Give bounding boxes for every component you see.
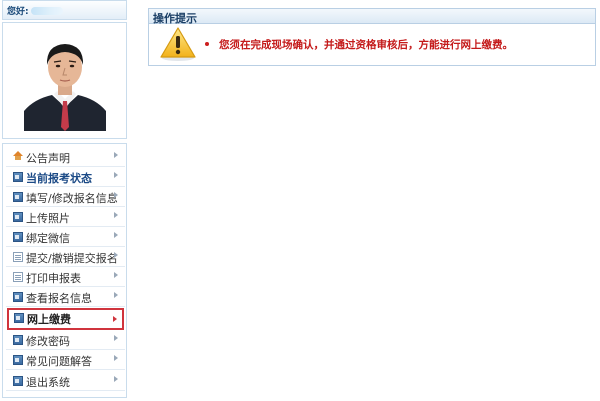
menu-item-online-payment[interactable]: 网上缴费 [7, 308, 124, 330]
notice-message: 您须在完成现场确认，并通过资格审核后，方能进行网上缴费。 [219, 39, 513, 51]
chevron-right-icon [114, 232, 118, 238]
menu-item-bind-wechat[interactable]: 绑定微信 [6, 227, 125, 247]
chevron-right-icon [114, 355, 118, 361]
menu-item-label: 查看报名信息 [26, 292, 92, 305]
menu-item-label: 上传照片 [26, 212, 70, 225]
menu-item-label: 当前报考状态 [26, 172, 92, 185]
menu-item-submit-registration[interactable]: 提交/撤销提交报名 [6, 247, 125, 267]
menu-item-view-registration[interactable]: 查看报名信息 [6, 287, 125, 307]
bullet-dot [205, 42, 209, 46]
warning-icon [160, 27, 196, 61]
card-icon [13, 355, 23, 365]
chevron-right-icon [114, 172, 118, 178]
avatar [24, 37, 106, 131]
card-icon [13, 212, 23, 222]
chevron-right-icon [114, 212, 118, 218]
nav-menu: 公告声明 当前报考状态 填写/修改报名信息 上传照片 绑定微信 提交/撤销提交报… [2, 143, 127, 398]
sidebar: 您好: 公告声明 当前报考状态 填写/修改报名信息 上传照片 绑定微信 提交/撤… [2, 0, 127, 398]
card-icon [13, 292, 23, 302]
menu-item-label: 填写/修改报名信息 [26, 192, 118, 205]
chevron-right-icon [114, 152, 118, 158]
menu-item-label: 提交/撤销提交报名 [26, 252, 118, 265]
card-icon [13, 335, 23, 345]
menu-item-upload-photo[interactable]: 上传照片 [6, 207, 125, 227]
chevron-right-icon [114, 192, 118, 198]
document-icon [13, 272, 23, 282]
greeting-label: 您好: [7, 7, 29, 17]
house-icon [13, 151, 23, 160]
menu-item-label: 常见问题解答 [26, 355, 92, 368]
username-redacted [31, 7, 63, 15]
card-icon [13, 172, 23, 182]
user-photo-frame [2, 22, 127, 139]
menu-item-label: 打印申报表 [26, 272, 81, 285]
menu-item-label: 公告声明 [26, 152, 70, 165]
card-icon [13, 232, 23, 242]
menu-item-label: 绑定微信 [26, 232, 70, 245]
operation-notice-panel: 操作提示 您须在完成现场确认，并通过资格审核后，方能进行网上缴费。 [148, 8, 596, 66]
notice-header: 操作提示 [149, 9, 595, 25]
document-icon [13, 252, 23, 262]
user-greeting-bar: 您好: [2, 0, 127, 20]
chevron-right-icon [114, 376, 118, 382]
menu-item-application-status[interactable]: 当前报考状态 [6, 167, 125, 187]
menu-item-faq[interactable]: 常见问题解答 [6, 350, 125, 370]
menu-item-print-form[interactable]: 打印申报表 [6, 267, 125, 287]
chevron-right-icon [114, 272, 118, 278]
chevron-right-icon [114, 292, 118, 298]
menu-item-label: 修改密码 [26, 335, 70, 348]
menu-item-edit-registration[interactable]: 填写/修改报名信息 [6, 187, 125, 207]
menu-item-label: 网上缴费 [27, 313, 71, 326]
card-icon [14, 313, 24, 323]
chevron-right-icon [113, 316, 117, 322]
menu-item-change-password[interactable]: 修改密码 [6, 330, 125, 350]
card-icon [13, 376, 23, 386]
card-icon [13, 192, 23, 202]
menu-item-logout[interactable]: 退出系统 [6, 371, 125, 391]
menu-item-announcements[interactable]: 公告声明 [6, 147, 125, 167]
chevron-right-icon [114, 335, 118, 341]
notice-title: 操作提示 [153, 12, 197, 25]
chevron-right-icon [114, 252, 118, 258]
menu-item-label: 退出系统 [26, 376, 70, 389]
